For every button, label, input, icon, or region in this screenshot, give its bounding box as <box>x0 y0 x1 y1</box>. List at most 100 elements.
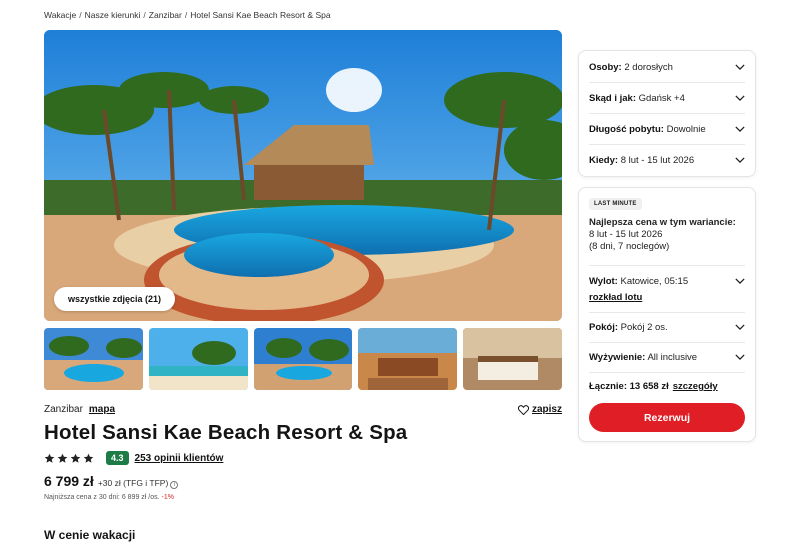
thumbnail-3[interactable] <box>253 328 353 390</box>
board-value: All inclusive <box>647 351 698 363</box>
room-label: Pokój: <box>589 321 619 333</box>
total-price-text: Łącznie: 13 658 zł <box>589 381 669 392</box>
last-minute-badge: LAST MINUTE <box>589 198 642 210</box>
rating-row: 4.3 253 opinii klientów <box>44 451 562 465</box>
breadcrumb-item-zanzibar[interactable]: Zanzibar <box>149 10 182 20</box>
room-text: Pokój: Pokój 2 os. <box>589 322 668 333</box>
all-photos-button[interactable]: wszystkie zdjęcia (21) <box>54 287 176 311</box>
chevron-down-icon <box>735 95 745 101</box>
thumbnail-1-illustration <box>44 328 143 390</box>
filter-duration[interactable]: Długość pobytu: Dowolnie <box>589 121 745 137</box>
room-selector[interactable]: Pokój: Pokój 2 os. <box>589 319 745 335</box>
board-text: Wyżywienie: All inclusive <box>589 352 697 363</box>
best-price-info: Najlepsza cena w tym wariancie: 8 lut - … <box>589 217 736 253</box>
filter-departure-label: Skąd i jak: <box>589 92 636 104</box>
reviews-link[interactable]: 253 opinii klientów <box>135 453 224 464</box>
hotel-name: Hotel Sansi Kae Beach Resort & Spa <box>44 421 408 444</box>
offer-panel: LAST MINUTE Najlepsza cena w tym warianc… <box>578 187 756 442</box>
divider <box>589 82 745 83</box>
star-icon <box>44 453 55 463</box>
chevron-down-icon <box>735 278 745 284</box>
map-link[interactable]: mapa <box>89 404 115 415</box>
filter-departure-value: Gdańsk +4 <box>638 92 685 104</box>
board-label: Wyżywienie: <box>589 351 646 363</box>
filter-duration-label: Długość pobytu: <box>589 123 664 135</box>
filter-departure[interactable]: Skąd i jak: Gdańsk +4 <box>589 90 745 106</box>
hotel-stars <box>44 453 94 464</box>
hotel-region: Zanzibar <box>44 404 83 415</box>
breadcrumb: Wakacje / Nasze kierunki / Zanzibar / Hotel Sa… <box>44 10 331 20</box>
thumbnail-3-illustration <box>253 328 353 390</box>
save-label: zapisz <box>531 404 562 415</box>
divider <box>589 265 745 266</box>
chevron-down-icon <box>735 64 745 70</box>
divider <box>589 342 745 343</box>
filter-departure-text: Skąd i jak: Gdańsk +4 <box>589 93 685 104</box>
star-icon <box>70 453 81 463</box>
filter-duration-text: Długość pobytu: Dowolnie <box>589 124 706 135</box>
book-button[interactable]: Rezerwuj <box>589 403 745 432</box>
chevron-down-icon <box>735 354 745 360</box>
thumbnail-5-illustration <box>463 328 562 390</box>
lowest-price-text: Najniższa cena z 30 dni: 6 899 zł /os. <box>44 494 160 501</box>
board-selector[interactable]: Wyżywienie: All inclusive <box>589 349 745 365</box>
chevron-down-icon <box>735 157 745 163</box>
room-value: Pokój 2 os. <box>620 321 668 333</box>
chevron-down-icon <box>735 126 745 132</box>
best-price-dates: 8 lut - 15 lut 2026 <box>589 229 663 240</box>
flight-text: Wylot: Katowice, 05:15 <box>589 276 688 287</box>
hero-photo[interactable]: wszystkie zdjęcia (21) <box>44 30 562 321</box>
divider <box>589 113 745 114</box>
chevron-down-icon <box>735 324 745 330</box>
info-icon[interactable]: i <box>170 481 179 489</box>
filter-persons-value: 2 dorosłych <box>624 61 673 73</box>
flight-selector[interactable]: Wylot: Katowice, 05:15 <box>589 273 745 289</box>
star-icon <box>57 453 68 463</box>
flight-value: Katowice, 05:15 <box>620 275 689 287</box>
breadcrumb-item-nasze-kierunki[interactable]: Nasze kierunki <box>85 10 141 20</box>
breadcrumb-separator: / <box>184 10 188 20</box>
filter-dates[interactable]: Kiedy: 8 lut - 15 lut 2026 <box>589 152 745 168</box>
divider <box>589 144 745 145</box>
flight-label: Wylot: <box>589 275 618 287</box>
price-per-person: 6 799 zł <box>44 473 94 489</box>
save-button[interactable]: zapisz <box>517 404 562 415</box>
price-row: 6 799 zł +30 zł (TFG i TFP) i <box>44 473 562 489</box>
price-details-link[interactable]: szczegóły <box>673 381 718 392</box>
thumbnail-strip <box>44 328 562 390</box>
filter-dates-value: 8 lut - 15 lut 2026 <box>620 154 695 166</box>
thumbnail-4[interactable] <box>358 328 458 390</box>
filter-persons-label: Osoby: <box>589 61 622 73</box>
search-filters-panel: Osoby: 2 dorosłych Skąd i jak: Gdańsk +4… <box>578 50 756 177</box>
filter-dates-text: Kiedy: 8 lut - 15 lut 2026 <box>589 155 694 166</box>
divider <box>589 372 745 373</box>
filter-persons-text: Osoby: 2 dorosłych <box>589 62 673 73</box>
location-row: Zanzibar mapa <box>44 404 562 415</box>
thumbnail-4-illustration <box>358 328 458 390</box>
breadcrumb-separator: / <box>143 10 146 20</box>
filter-duration-value: Dowolnie <box>666 123 706 135</box>
breadcrumb-item-wakacje[interactable]: Wakacje <box>44 10 76 20</box>
star-icon <box>83 453 94 463</box>
filter-dates-label: Kiedy: <box>589 154 619 166</box>
best-price-title: Najlepsza cena w tym wariancie: <box>589 217 736 228</box>
thumbnail-2[interactable] <box>148 328 248 390</box>
thumbnail-5[interactable] <box>463 328 562 390</box>
heart-icon <box>517 404 529 415</box>
lowest-price-note: Najniższa cena z 30 dni: 6 899 zł /os. -… <box>44 494 562 501</box>
breadcrumb-item-current: Hotel Sansi Kae Beach Resort & Spa <box>190 10 331 20</box>
flight-schedule-link[interactable]: rozkład lotu <box>589 292 642 303</box>
thumbnail-2-illustration <box>148 328 248 390</box>
divider <box>589 312 745 313</box>
thumbnail-1[interactable] <box>44 328 143 390</box>
filter-persons[interactable]: Osoby: 2 dorosłych <box>589 59 745 75</box>
best-price-duration: (8 dni, 7 noclegów) <box>589 241 670 252</box>
section-title-included: W cenie wakacji <box>44 528 136 542</box>
hero-photo-illustration <box>44 30 562 321</box>
hotel-info: Zanzibar mapa zapisz Hotel Sansi Kae Bea… <box>44 404 562 501</box>
lowest-price-change: -1% <box>161 494 174 501</box>
breadcrumb-separator: / <box>79 10 82 20</box>
total-price: Łącznie: 13 658 zł szczegóły <box>589 381 718 392</box>
rating-score-badge: 4.3 <box>106 451 129 465</box>
price-extra-fees: +30 zł (TFG i TFP) <box>97 478 169 488</box>
